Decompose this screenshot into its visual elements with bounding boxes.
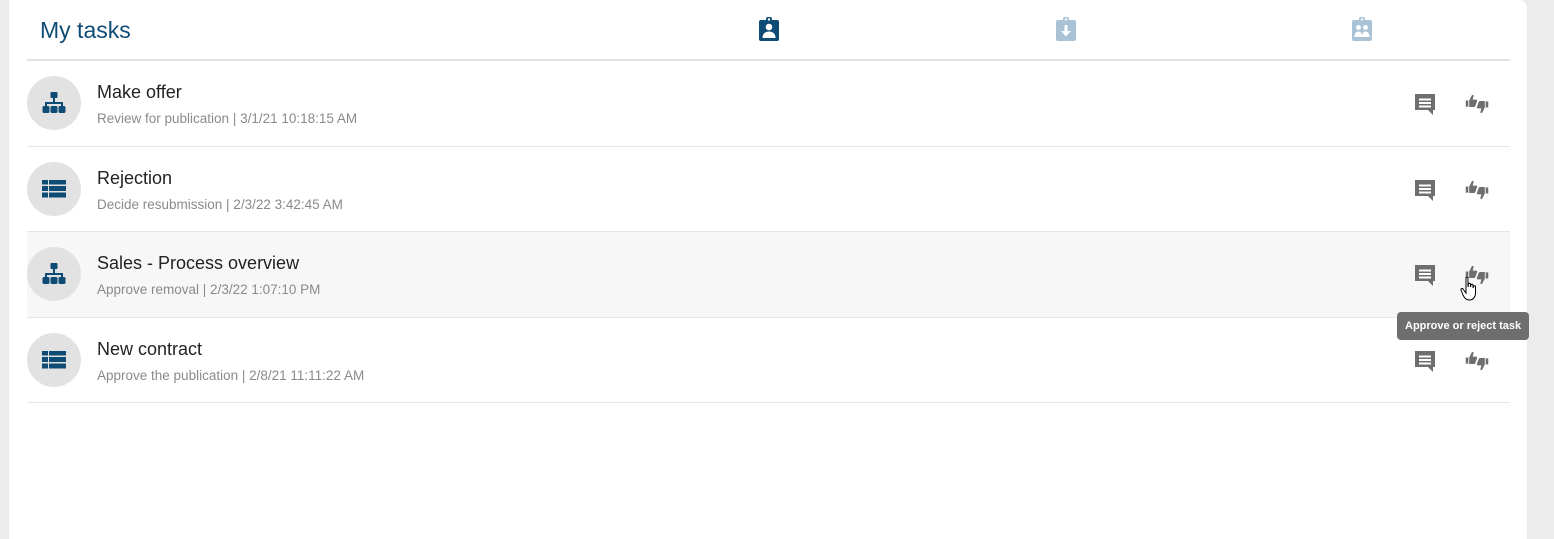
comment-icon — [1415, 265, 1435, 286]
task-subtitle: Decide resubmission | 2/3/22 3:42:45 AM — [97, 196, 343, 212]
tab-my-tasks[interactable] — [620, 0, 917, 63]
task-avatar — [27, 247, 81, 301]
task-title[interactable]: New contract — [97, 339, 202, 360]
hierarchy-icon — [42, 92, 66, 113]
list-table-icon — [42, 179, 66, 197]
task-title[interactable]: Make offer — [97, 82, 182, 103]
comment-icon — [1415, 350, 1435, 372]
task-title[interactable]: Sales - Process overview — [97, 253, 299, 274]
page-title: My tasks — [40, 17, 131, 43]
thumbs-up-down-icon — [1465, 351, 1489, 370]
clipboard-user-icon — [758, 16, 779, 41]
task-avatar — [27, 332, 81, 387]
hand-cursor-icon — [1460, 276, 1476, 301]
clipboard-group-icon — [1351, 16, 1372, 41]
comment-button[interactable] — [1410, 89, 1440, 119]
tasks-header: My tasks — [27, 0, 1510, 63]
task-actions — [1410, 89, 1492, 119]
tab-pooled-tasks[interactable] — [917, 0, 1214, 61]
task-row[interactable]: Make offer Review for publication | 3/1/… — [27, 61, 1510, 147]
task-row[interactable]: Rejection Decide resubmission | 2/3/22 3… — [27, 146, 1510, 232]
hierarchy-icon — [42, 263, 66, 284]
task-avatar — [27, 76, 81, 130]
approve-reject-button[interactable] — [1462, 346, 1492, 376]
task-subtitle: Review for publication | 3/1/21 10:18:15… — [97, 111, 358, 126]
approve-reject-button[interactable] — [1462, 175, 1492, 205]
list-table-icon — [42, 350, 66, 368]
task-row[interactable]: Sales - Process overview Approve removal… — [27, 232, 1510, 318]
thumbs-up-down-icon — [1465, 180, 1489, 199]
task-subtitle: Approve removal | 2/3/22 1:07:10 PM — [97, 282, 321, 297]
approve-reject-button[interactable] — [1462, 89, 1492, 119]
tooltip: Approve or reject task — [1397, 312, 1530, 340]
task-actions — [1410, 346, 1492, 376]
comment-icon — [1415, 179, 1435, 201]
task-title[interactable]: Rejection — [97, 168, 172, 189]
task-list: Make offer Review for publication | 3/1/… — [27, 61, 1510, 403]
task-subtitle: Approve the publication | 2/8/21 11:11:2… — [97, 367, 365, 383]
task-avatar — [27, 161, 81, 216]
comment-button[interactable] — [1410, 175, 1440, 205]
comment-button[interactable] — [1410, 346, 1440, 376]
task-row[interactable]: New contract Approve the publication | 2… — [27, 317, 1510, 403]
comment-button[interactable] — [1410, 260, 1440, 290]
tab-group-tasks[interactable] — [1213, 0, 1510, 61]
task-actions — [1410, 175, 1492, 205]
comment-icon — [1415, 94, 1435, 115]
clipboard-download-icon — [1055, 16, 1076, 41]
tasks-panel: My tasks Make offer Review for publicati… — [9, 0, 1527, 539]
thumbs-up-down-icon — [1465, 94, 1489, 114]
